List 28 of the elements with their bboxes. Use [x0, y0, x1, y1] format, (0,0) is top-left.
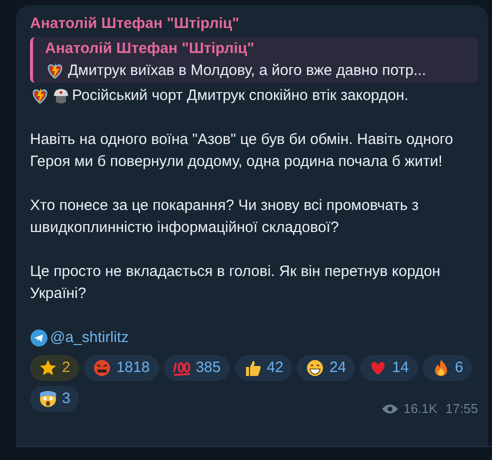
screaming-face-icon — [38, 389, 58, 409]
message-paragraph: Хто понесе за це покарання? Чи знову всі промовчать з швидкоплинністю інформаційної складової? — [30, 196, 420, 238]
reply-quote[interactable]: Анатолій Штефан "Штірліц" Дмитрук виїхав в Молдову, а його вже давно потр... — [30, 37, 478, 83]
reaction-chip[interactable]: 14 — [360, 355, 418, 381]
channel-link[interactable]: @a_shtirlitz — [50, 327, 129, 349]
author-name[interactable]: Анатолій Штефан "Штірліц" — [30, 13, 478, 35]
helmet-icon — [51, 86, 71, 106]
message-paragraph: Навіть на одного воїна "Азов" це був би обмін. Навіть одного Героя ми б повернули додому, одна родина почала б жити! — [30, 130, 454, 172]
reply-author: Анатолій Штефан "Штірліц" — [45, 39, 256, 59]
reaction-chip[interactable]: 6 — [422, 355, 472, 381]
reply-text: Дмитрук виїхав в Молдову, а його вже давно потр... — [68, 61, 426, 81]
heart-bolt-icon — [30, 86, 50, 106]
reaction-chip[interactable]: 2 — [30, 355, 80, 381]
eye-icon — [381, 403, 400, 415]
message-time: 17:55 — [445, 400, 478, 418]
message-paragraph: Це просто не вкладається в голові. Як він перетнув кордон Україні? — [30, 262, 442, 304]
grinning-face-icon — [305, 358, 326, 378]
reaction-chip[interactable]: 42 — [234, 355, 292, 381]
heart-bolt-icon — [45, 61, 65, 81]
view-count: 16.1K — [403, 400, 438, 418]
angry-face-icon — [92, 358, 112, 378]
reaction-chip[interactable]: 385 — [164, 355, 230, 381]
reaction-chip[interactable]: 1818 — [84, 355, 159, 381]
paper-plane-icon — [30, 329, 48, 347]
reaction-chip[interactable]: 24 — [297, 355, 356, 381]
message-text: Російський чорт Дмитрук спокійно втік закордон. — [72, 86, 408, 106]
star-icon — [38, 358, 58, 378]
reaction-chip[interactable]: 3 — [30, 386, 80, 412]
